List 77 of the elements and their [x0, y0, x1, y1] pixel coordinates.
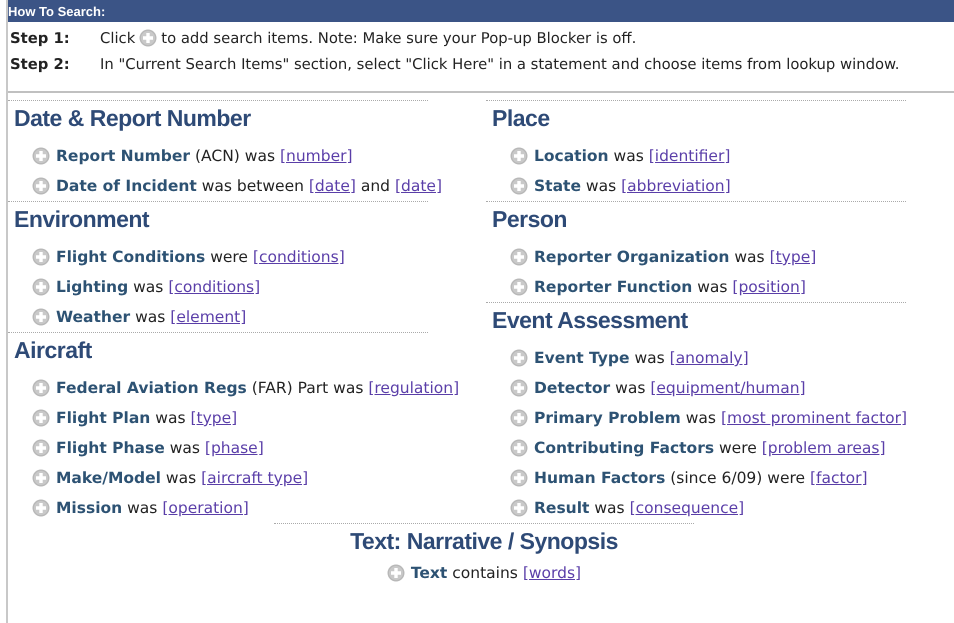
- search-statement: Reporter Organization was [type]: [534, 248, 816, 266]
- add-icon[interactable]: [510, 278, 528, 296]
- lookup-link[interactable]: [operation]: [162, 499, 249, 517]
- add-icon[interactable]: [510, 379, 528, 397]
- search-statement: Date of Incident was between [date] and [date]: [56, 177, 442, 195]
- add-icon[interactable]: [510, 349, 528, 367]
- lookup-link[interactable]: [identifier]: [648, 147, 730, 165]
- search-statement: Flight Phase was [phase]: [56, 439, 264, 457]
- add-icon[interactable]: [510, 499, 528, 517]
- section-heading: Place: [491, 104, 551, 133]
- add-icon[interactable]: [386, 564, 405, 582]
- lookup-link[interactable]: [regulation]: [368, 379, 460, 397]
- lookup-link[interactable]: [conditions]: [252, 248, 345, 266]
- search-statement: Event Type was [anomaly]: [534, 349, 749, 367]
- section-heading: Aircraft: [13, 336, 93, 365]
- add-icon[interactable]: [32, 439, 50, 457]
- add-icon[interactable]: [510, 409, 528, 427]
- lookup-link[interactable]: [type]: [190, 409, 238, 427]
- search-statement: Report Number (ACN) was [number]: [56, 147, 353, 165]
- lookup-link[interactable]: [equipment/human]: [650, 379, 806, 397]
- search-statement: State was [abbreviation]: [534, 177, 731, 195]
- add-icon[interactable]: [32, 248, 50, 266]
- add-icon[interactable]: [510, 248, 528, 266]
- add-icon[interactable]: [32, 308, 50, 326]
- search-statement: Flight Conditions were [conditions]: [56, 248, 345, 266]
- lookup-link[interactable]: [problem areas]: [762, 439, 886, 457]
- lookup-link[interactable]: [conditions]: [168, 278, 260, 296]
- section-heading: Date & Report Number: [13, 104, 252, 133]
- search-statement: Federal Aviation Regs (FAR) Part was [regulation]: [56, 379, 460, 397]
- section-heading: Person: [491, 205, 568, 234]
- search-statement: Result was [consequence]: [534, 499, 744, 517]
- lookup-link[interactable]: [most prominent factor]: [720, 409, 908, 427]
- lookup-link[interactable]: [abbreviation]: [621, 177, 731, 195]
- lookup-link[interactable]: [type]: [770, 248, 816, 266]
- add-icon[interactable]: [510, 147, 528, 165]
- search-statement: Primary Problem was [most prominent factor]: [534, 409, 908, 427]
- add-icon[interactable]: [32, 469, 50, 487]
- header-title: How To Search:: [8, 4, 106, 18]
- lookup-link[interactable]: [position]: [732, 278, 806, 296]
- lookup-link[interactable]: [phase]: [204, 439, 264, 457]
- lookup-link[interactable]: [date]: [394, 177, 442, 195]
- step-instruction: In "Current Search Items" section, select "Click Here" in a statement and choose items from lookup window.: [100, 56, 900, 72]
- add-icon[interactable]: [32, 409, 50, 427]
- search-statement: Detector was [equipment/human]: [534, 379, 806, 397]
- search-statement: Lighting was [conditions]: [56, 278, 260, 296]
- search-statement: Human Factors (since 6/09) were [factor]: [534, 469, 868, 487]
- step-label: Step 1:: [10, 30, 71, 46]
- lookup-link[interactable]: [element]: [170, 308, 246, 326]
- add-icon[interactable]: [32, 177, 50, 195]
- step-instruction: Click to add search items. Note: Make sure your Pop-up Blocker is off.: [100, 29, 636, 47]
- lookup-link[interactable]: [anomaly]: [670, 349, 749, 367]
- search-statement: Weather was [element]: [56, 308, 246, 326]
- lookup-link[interactable]: [factor]: [810, 469, 868, 487]
- add-icon[interactable]: [32, 147, 50, 165]
- lookup-link[interactable]: [aircraft type]: [201, 469, 308, 487]
- add-icon[interactable]: [510, 439, 528, 457]
- search-statement: Make/Model was [aircraft type]: [56, 469, 308, 487]
- section-heading: Environment: [13, 205, 150, 234]
- search-statement: Contributing Factors were [problem areas]: [534, 439, 886, 457]
- search-statement: Flight Plan was [type]: [56, 409, 238, 427]
- add-icon[interactable]: [510, 177, 528, 195]
- step-label: Step 2:: [10, 56, 71, 72]
- lookup-link[interactable]: [words]: [522, 564, 582, 582]
- search-statement: Reporter Function was [position]: [534, 278, 806, 296]
- add-icon[interactable]: [32, 379, 50, 397]
- section-heading: Event Assessment: [491, 306, 689, 335]
- search-statement: Location was [identifier]: [534, 147, 730, 165]
- search-statement: Text contains [words]: [410, 564, 582, 582]
- section-heading: Text: Narrative / Synopsis: [349, 527, 619, 556]
- add-icon[interactable]: [32, 278, 50, 296]
- add-icon[interactable]: [510, 469, 528, 487]
- add-icon[interactable]: [32, 499, 50, 517]
- add-icon[interactable]: [139, 29, 158, 47]
- lookup-link[interactable]: [date]: [308, 177, 356, 195]
- search-statement: Mission was [operation]: [56, 499, 249, 517]
- lookup-link[interactable]: [number]: [280, 147, 353, 165]
- lookup-link[interactable]: [consequence]: [630, 499, 744, 517]
